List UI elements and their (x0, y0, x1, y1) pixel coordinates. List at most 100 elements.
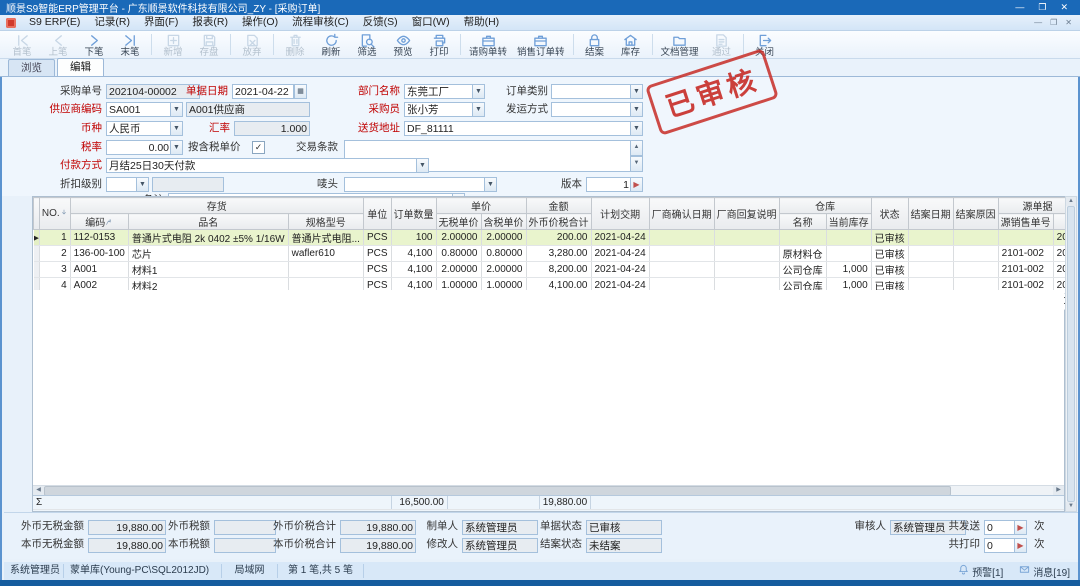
dept-dropdown-button[interactable]: ▼ (472, 84, 485, 99)
column-group-header[interactable]: 单价 (436, 198, 526, 214)
cell-close_reason[interactable] (953, 262, 998, 278)
cell-close_date[interactable] (908, 230, 953, 246)
column-header-src_sales[interactable]: 源销售单号 (998, 214, 1053, 230)
cell-code[interactable]: A001 (70, 262, 128, 278)
cell-name[interactable]: 材料1 (128, 262, 288, 278)
currency-dropdown-button[interactable]: ▼ (170, 121, 183, 136)
discount-field[interactable] (106, 177, 138, 192)
doc-status-field[interactable] (586, 520, 662, 535)
toolbar-document-management-button[interactable]: 文档管理 (656, 31, 704, 58)
vertical-scrollbar[interactable]: ▲ ▼ (1065, 196, 1077, 512)
column-header-vendor_confirm[interactable]: 厂商确认日期 (649, 198, 714, 230)
cell-status[interactable]: 已审核 (871, 262, 908, 278)
toolbar-close-case-button[interactable]: 结案 (577, 31, 613, 58)
cell-vendor_confirm[interactable] (649, 246, 714, 262)
cell-status[interactable]: 已审核 (871, 230, 908, 246)
cell-price_ex[interactable]: 0.80000 (436, 246, 481, 262)
cell-price_ex[interactable]: 2.00000 (436, 262, 481, 278)
cell-no[interactable]: 2 (39, 246, 70, 262)
column-group-header[interactable]: 存货 (70, 198, 363, 214)
cell-amount[interactable]: 8,200.00 (526, 262, 591, 278)
cell-wh_name[interactable]: 公司仓库 (779, 262, 826, 278)
mdi-restore-button[interactable]: ❐ (1050, 16, 1057, 30)
column-header-no[interactable]: NO. (39, 198, 70, 230)
column-header-wh_name[interactable]: 名称 (779, 214, 826, 230)
payment-field[interactable] (106, 158, 418, 173)
cell-vendor_confirm[interactable] (649, 230, 714, 246)
ship-count-field[interactable] (984, 520, 1016, 535)
cell-spec[interactable]: 普通片式电阻... (288, 230, 363, 246)
cell-name[interactable]: 普通片式电阻 2k 0402 ±5% 1/16W (128, 230, 288, 246)
column-header-code[interactable]: 编码 (70, 214, 128, 230)
lc-tax-field[interactable] (214, 538, 276, 553)
column-header-plan_date[interactable]: 计划交期 (591, 198, 649, 230)
cell-stock[interactable] (826, 246, 871, 262)
cell-src_sales[interactable] (998, 230, 1053, 246)
column-group-header[interactable]: 金额 (526, 198, 591, 214)
menu-item-help[interactable]: 帮助(H) (457, 15, 507, 30)
cell-unit[interactable]: PCS (363, 246, 391, 262)
cell-vendor_reply[interactable] (714, 230, 779, 246)
doc-date-calendar-button[interactable]: ▦ (294, 84, 307, 99)
column-header-name[interactable]: 品名 (128, 214, 288, 230)
menu-item-reports[interactable]: 报表(R) (185, 15, 235, 30)
ship-addr-dropdown-button[interactable]: ▼ (630, 121, 643, 136)
cell-close_date[interactable] (908, 262, 953, 278)
buyer-field[interactable] (404, 102, 474, 117)
scroll-up-icon[interactable]: ▲ (630, 140, 643, 156)
restore-button[interactable]: ❐ (1038, 0, 1046, 15)
toolbar-preview-button[interactable]: 预览 (385, 31, 421, 58)
scroll-down-icon[interactable]: ▼ (630, 156, 643, 172)
mark-field[interactable] (344, 177, 486, 192)
dept-field[interactable] (404, 84, 474, 99)
cell-stock[interactable]: 1,000 (826, 262, 871, 278)
column-header-spec[interactable]: 规格型号 (288, 214, 363, 230)
cell-spec[interactable] (288, 262, 363, 278)
cell-qty[interactable]: 4,100 (391, 262, 436, 278)
cell-spec[interactable]: wafler610 (288, 246, 363, 262)
mdi-close-button[interactable]: ✕ (1065, 16, 1072, 30)
order-type-dropdown-button[interactable]: ▼ (630, 84, 643, 99)
menu-item-interface[interactable]: 界面(F) (137, 15, 185, 30)
column-header-close_date[interactable]: 结案日期 (908, 198, 953, 230)
toolbar-filter-button[interactable]: 筛选 (349, 31, 385, 58)
cell-qty[interactable]: 100 (391, 230, 436, 246)
cell-code[interactable]: 136-00-100 (70, 246, 128, 262)
column-header-unit[interactable]: 单位 (363, 198, 391, 230)
toolbar-sales-order-transfer-button[interactable]: 销售订单转 (512, 31, 570, 58)
cell-plan_date[interactable]: 2021-04-24 (591, 262, 649, 278)
ship-method-field[interactable] (551, 102, 632, 117)
discount-dropdown-button[interactable]: ▼ (136, 177, 149, 192)
ship-addr-field[interactable] (404, 121, 632, 136)
toolbar-next-record-button[interactable]: 下笔 (76, 31, 112, 58)
fc-tax-field[interactable] (214, 520, 276, 535)
cell-close_reason[interactable] (953, 246, 998, 262)
cell-unit[interactable]: PCS (363, 262, 391, 278)
cell-wh_name[interactable] (779, 230, 826, 246)
buyer-dropdown-button[interactable]: ▼ (472, 102, 485, 117)
menu-item-window[interactable]: 窗口(W) (405, 15, 457, 30)
supplier-code-field[interactable] (106, 102, 172, 117)
toolbar-print-button[interactable]: 打印 (421, 31, 457, 58)
supplier-code-dropdown-button[interactable]: ▼ (170, 102, 183, 117)
cell-wh_name[interactable]: 原材料仓 (779, 246, 826, 262)
column-header-amount[interactable]: 外币价税合计 (526, 214, 591, 230)
cell-amount[interactable]: 3,280.00 (526, 246, 591, 262)
order-type-field[interactable] (551, 84, 632, 99)
cell-src_sales[interactable]: 2101-002 (998, 246, 1053, 262)
close-status-field[interactable] (586, 538, 662, 553)
creator-field[interactable] (462, 520, 538, 535)
grid-row[interactable]: 3A001材料1PCS4,1002.000002.000008,200.0020… (34, 262, 1077, 278)
cell-unit[interactable]: PCS (363, 230, 391, 246)
column-header-stock[interactable]: 当前库存 (826, 214, 871, 230)
scroll-up-icon[interactable]: ▲ (1066, 197, 1076, 206)
cell-qty[interactable]: 4,100 (391, 246, 436, 262)
modifier-field[interactable] (462, 538, 538, 553)
column-header-qty[interactable]: 订单数量 (391, 198, 436, 230)
cell-stock[interactable] (826, 230, 871, 246)
column-header-status[interactable]: 状态 (871, 198, 908, 230)
cell-plan_date[interactable]: 2021-04-24 (591, 246, 649, 262)
scrollbar-thumb[interactable] (1067, 206, 1075, 502)
column-header-vendor_reply[interactable]: 厂商回复说明 (714, 198, 779, 230)
print-count-field[interactable] (984, 538, 1016, 553)
